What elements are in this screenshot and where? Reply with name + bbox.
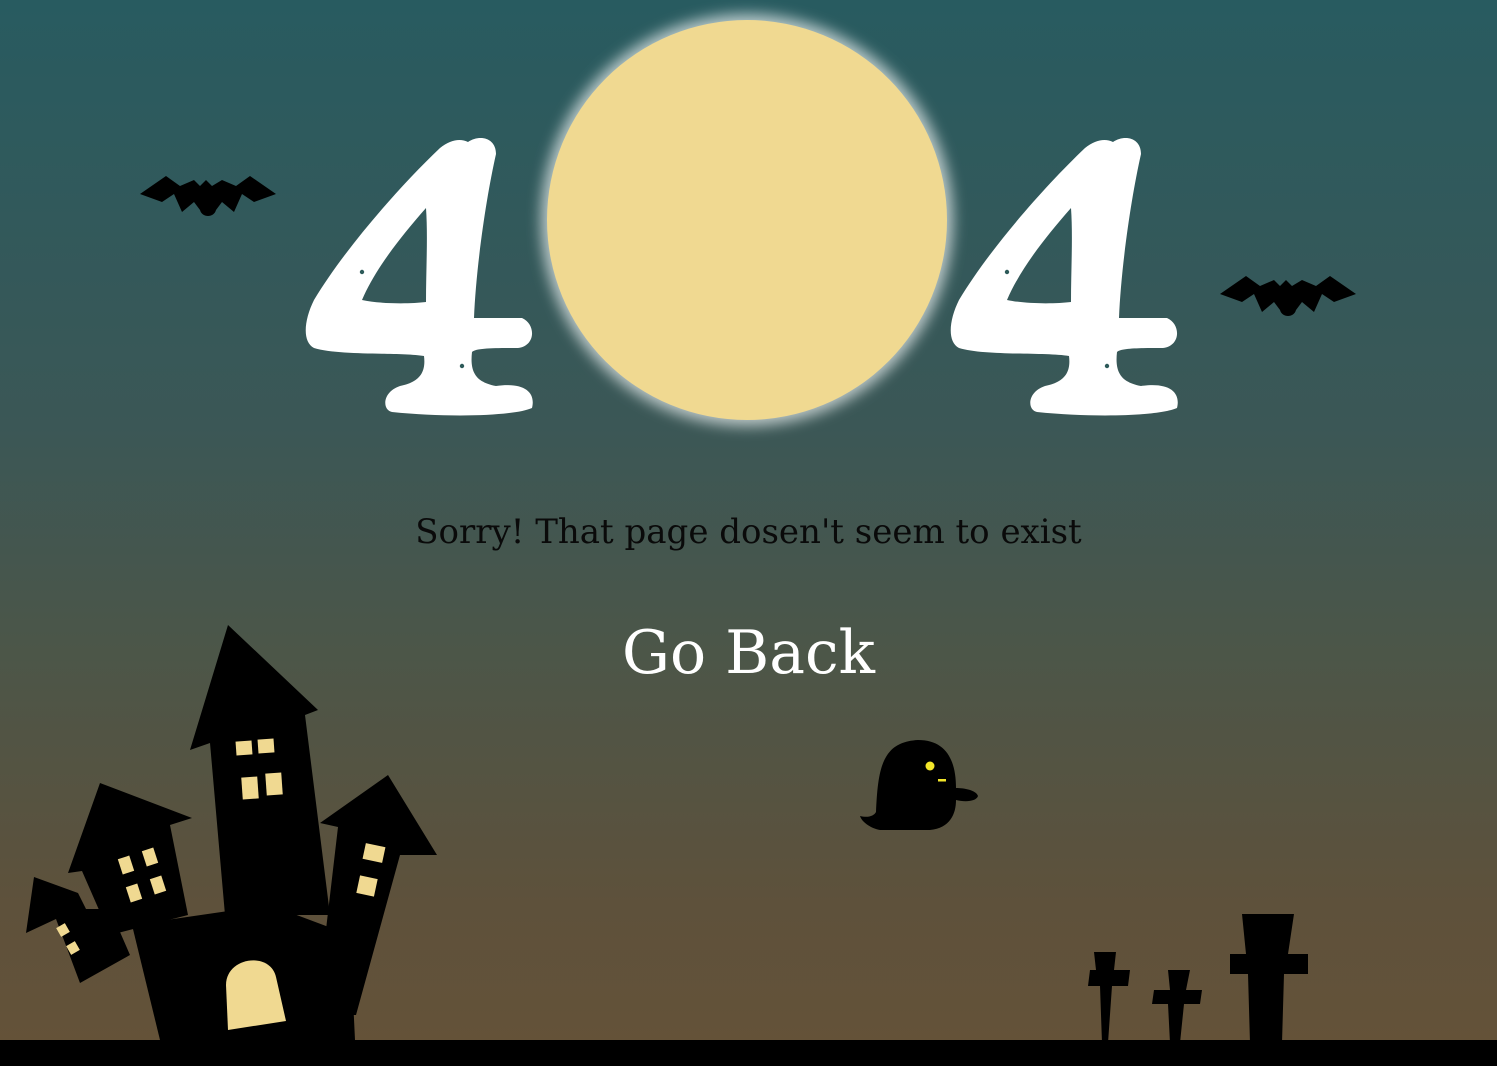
gravestone-icon: [1088, 914, 1308, 1043]
moon-icon: [547, 20, 947, 420]
go-back-link[interactable]: Go Back: [560, 618, 937, 688]
ground: [0, 1040, 1497, 1066]
ghost-icon: [860, 740, 978, 830]
haunted-house-icon: [26, 625, 437, 1040]
bat-icon: [1220, 276, 1356, 316]
error-message: Sorry! That page dosen't seem to exist: [415, 512, 1082, 552]
digit-right-text: 4: [945, 120, 1185, 430]
digit-left-text: 4: [300, 120, 540, 430]
bat-icon: [140, 176, 276, 216]
